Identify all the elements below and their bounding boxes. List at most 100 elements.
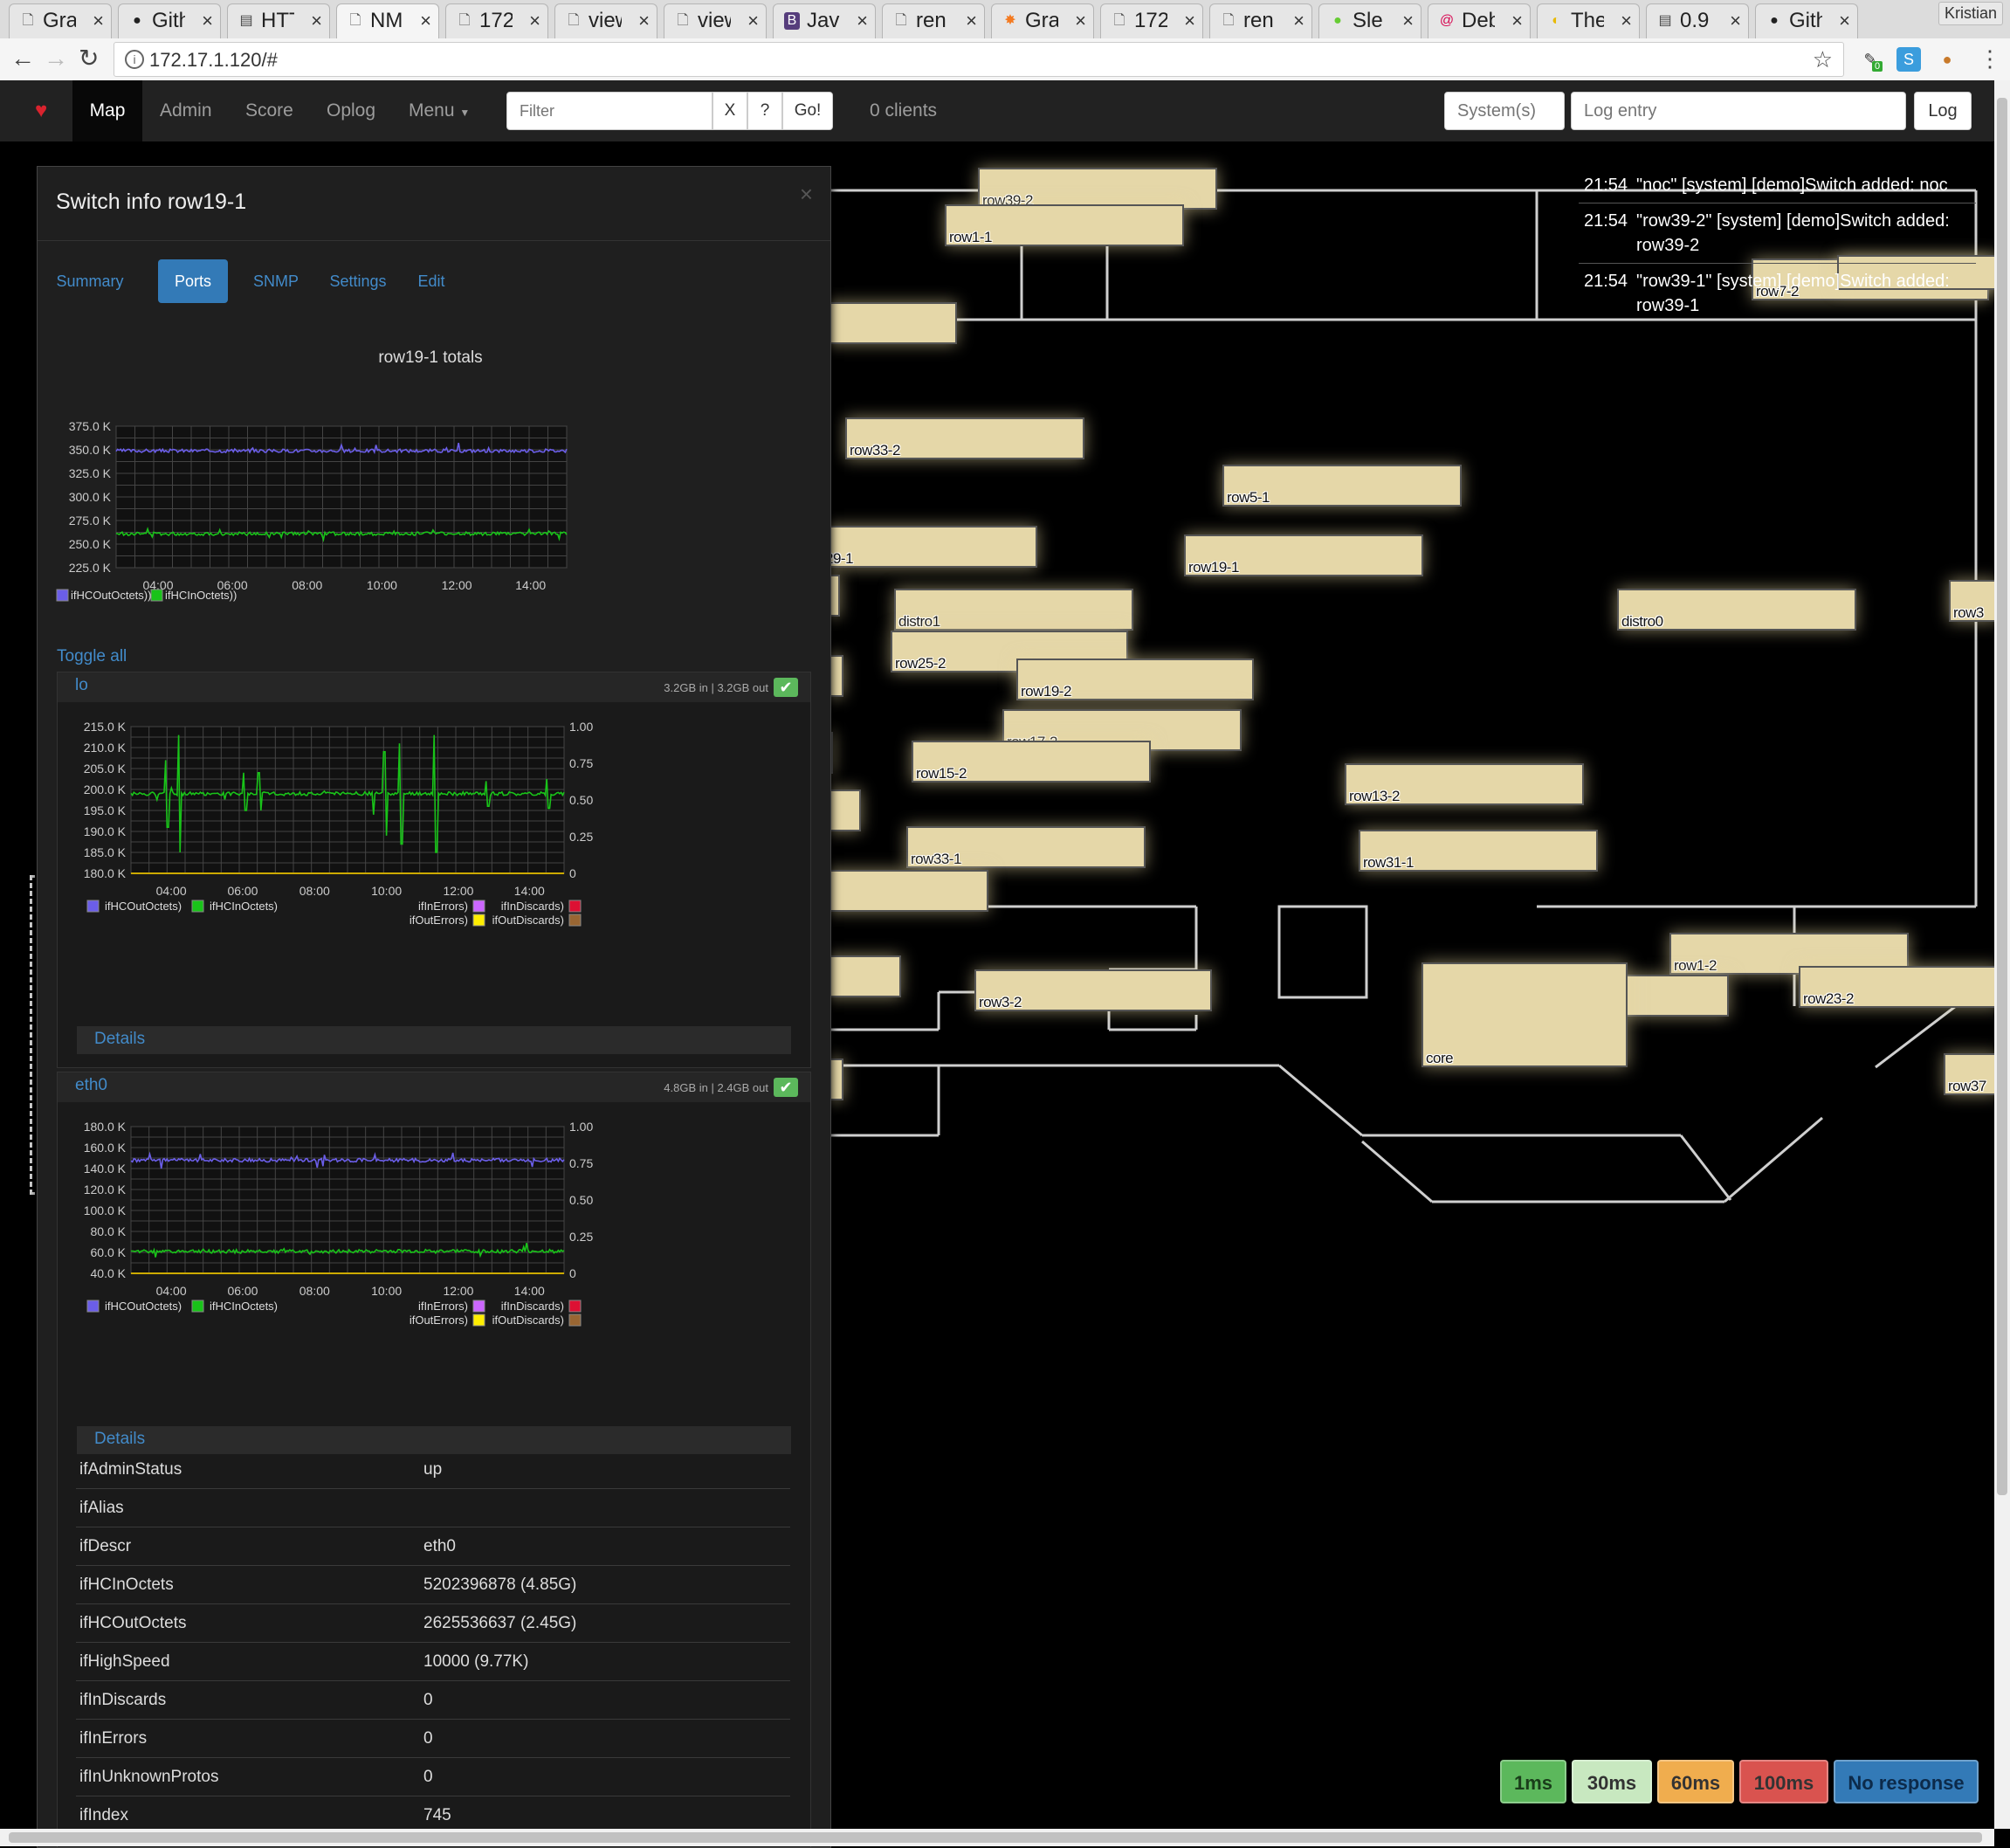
browser-tab[interactable]: 🗋 NMS × [336,3,439,38]
log-entry-input[interactable] [1571,92,1906,130]
port-header[interactable]: eth0 4.8GB in | 2.4GB out ✔ [58,1072,810,1102]
legend-1ms[interactable]: 1ms [1500,1760,1566,1803]
switch-fragment-7[interactable] [821,955,901,997]
browser-tab[interactable]: ◐ The × [1537,3,1640,38]
browser-tab[interactable]: ▤ HTT × [227,3,330,38]
switch-row5-1[interactable]: row5-1 [1222,465,1462,507]
switch-row15-2[interactable]: row15-2 [912,741,1151,783]
vertical-scrollbar[interactable] [1994,80,2010,1829]
address-bar[interactable]: i 172.17.1.120/# ☆ [114,42,1844,77]
tab-close-icon[interactable]: × [1621,10,1632,32]
toggle-all-link[interactable]: Toggle all [57,647,127,666]
check-icon[interactable]: ✔ [774,678,798,697]
nav-map[interactable]: Map [72,80,142,141]
browser-tab[interactable]: ✸ Gra × [991,3,1094,38]
switch-row3-2[interactable]: row3-2 [974,969,1212,1011]
switch-29-1[interactable]: 29-1 [821,526,1037,568]
switch-row39-2[interactable]: row39-2 [978,168,1217,210]
tab-edit[interactable]: Edit [410,259,453,303]
nav-menu-dropdown[interactable]: Menu ▼ [409,80,470,141]
url-text[interactable]: 172.17.1.120/# [149,49,278,72]
browser-tab[interactable]: ● Gith × [1755,3,1858,38]
switch-fragment-1[interactable] [821,302,957,344]
browser-tab[interactable]: 🗋 Gra × [9,3,112,38]
skype-extension-icon[interactable]: S [1896,47,1921,72]
filter-input[interactable] [506,92,712,130]
browser-tab[interactable]: 🗋 ren × [882,3,985,38]
check-icon[interactable]: ✔ [774,1078,798,1097]
close-icon[interactable]: × [800,181,813,208]
switch-row33-1[interactable]: row33-1 [906,826,1146,868]
tab-close-icon[interactable]: × [311,10,322,32]
tab-close-icon[interactable]: × [1184,10,1195,32]
filter-help-button[interactable]: ? [747,92,782,130]
forward-icon[interactable]: → [44,45,68,72]
tab-close-icon[interactable]: × [966,10,977,32]
tab-close-icon[interactable]: × [420,10,431,32]
switch-row19-1[interactable]: row19-1 [1184,534,1423,576]
legend-60ms[interactable]: 60ms [1657,1760,1734,1803]
switch-fragment-6[interactable] [821,870,988,912]
browser-tab[interactable]: ● Gith × [118,3,221,38]
tab-close-icon[interactable]: × [1730,10,1741,32]
browser-tab[interactable]: ▤ 0.9 × [1646,3,1749,38]
tab-ports[interactable]: Ports [158,259,228,303]
switch-row13-2[interactable]: row13-2 [1345,763,1584,805]
tab-summary[interactable]: Summary [55,259,125,303]
browser-tab[interactable]: 🗋 view × [664,3,767,38]
browser-tab[interactable]: B Java × [773,3,876,38]
tab-close-icon[interactable]: × [93,10,104,32]
port-name[interactable]: lo [75,676,88,695]
switch-row19-2[interactable]: row19-2 [1016,659,1254,700]
tab-close-icon[interactable]: × [1511,10,1523,32]
tab-close-icon[interactable]: × [1402,10,1414,32]
nav-score[interactable]: Score [245,80,293,141]
switch-fragment-8[interactable] [1624,975,1729,1017]
filter-clear-button[interactable]: X [712,92,747,130]
heart-icon[interactable]: ♥ [35,80,47,141]
nav-admin[interactable]: Admin [160,80,212,141]
legend-no-response[interactable]: No response [1834,1760,1979,1803]
info-icon[interactable]: i [125,50,144,69]
reload-icon[interactable]: ↻ [79,45,99,72]
bookmark-star-icon[interactable]: ☆ [1813,46,1833,73]
switch-core[interactable]: core [1421,962,1628,1067]
browser-tab[interactable]: 🗋 view × [554,3,657,38]
tab-close-icon[interactable]: × [857,10,868,32]
browser-tab[interactable]: @ Deb × [1428,3,1531,38]
tab-close-icon[interactable]: × [1075,10,1086,32]
switch-row37[interactable]: row37 [1944,1053,1994,1095]
horizontal-scrollbar[interactable] [0,1829,1994,1846]
browser-menu-icon[interactable]: ⋮ [1979,45,2001,72]
port-header[interactable]: lo 3.2GB in | 3.2GB out ✔ [58,672,810,702]
switch-row23-2[interactable]: row23-2 [1799,966,1994,1008]
switch-distro1[interactable]: distro1 [894,589,1133,631]
browser-tab[interactable]: ● Sle × [1318,3,1421,38]
back-icon[interactable]: ← [10,45,35,72]
browser-tab[interactable]: 🗋 172 × [1100,3,1203,38]
switch-row1-1[interactable]: row1-1 [945,204,1184,246]
cookie-extension-icon[interactable]: ● [1935,47,1959,72]
tab-close-icon[interactable]: × [1839,10,1850,32]
tab-close-icon[interactable]: × [747,10,759,32]
switch-row3[interactable]: row3 [1949,580,1994,622]
legend-30ms[interactable]: 30ms [1572,1760,1652,1803]
nav-oplog[interactable]: Oplog [327,80,375,141]
tab-close-icon[interactable]: × [529,10,540,32]
log-submit-button[interactable]: Log [1914,92,1972,130]
switch-row31-1[interactable]: row31-1 [1359,830,1598,872]
port-name[interactable]: eth0 [75,1076,107,1095]
legend-100ms[interactable]: 100ms [1739,1760,1828,1803]
systems-input[interactable] [1444,92,1565,130]
switch-row33-2[interactable]: row33-2 [845,417,1084,459]
scrollbar-thumb[interactable] [9,1832,1982,1843]
tab-close-icon[interactable]: × [638,10,650,32]
switch-distro0[interactable]: distro0 [1617,589,1856,631]
filter-go-button[interactable]: Go! [782,92,833,130]
browser-tab[interactable]: 🗋 ren × [1209,3,1312,38]
details-toggle[interactable]: Details [77,1026,791,1054]
tab-snmp[interactable]: SNMP [245,259,306,303]
tab-close-icon[interactable]: × [202,10,213,32]
browser-tab[interactable]: 🗋 172 × [445,3,548,38]
tab-close-icon[interactable]: × [1293,10,1304,32]
